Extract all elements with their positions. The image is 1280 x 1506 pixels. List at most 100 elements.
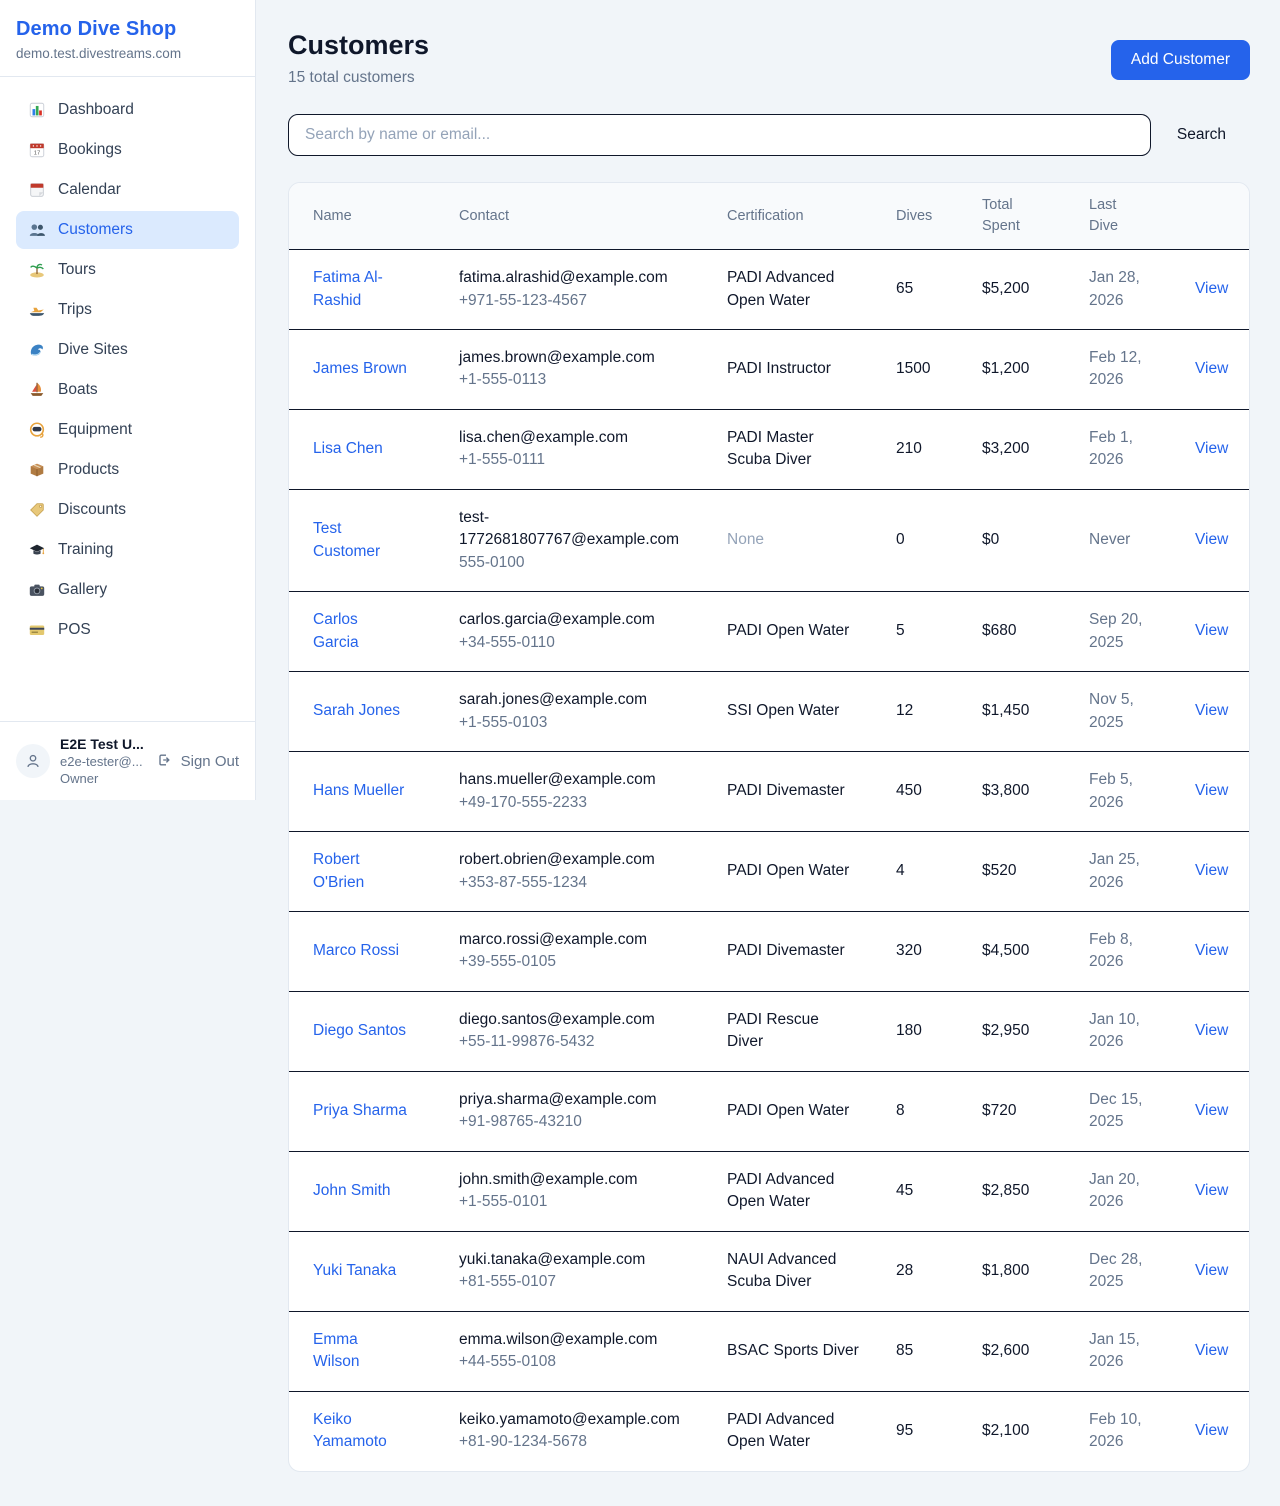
view-link[interactable]: View [1195,1422,1228,1439]
view-link[interactable]: View [1195,531,1228,548]
cell-name: Lisa Chen [289,409,459,489]
customer-total-spent: $680 [982,622,1016,639]
customer-name-link[interactable]: Priya Sharma [313,1100,407,1122]
sidebar-item-products[interactable]: Products [16,451,239,489]
cell-name: Robert O'Brien [289,832,459,912]
view-link[interactable]: View [1195,1102,1228,1119]
customer-name-link[interactable]: John Smith [313,1180,391,1202]
sidebar-item-dive-sites[interactable]: Dive Sites [16,331,239,369]
sidebar-item-bookings[interactable]: 17 Bookings [16,131,239,169]
customer-name-link[interactable]: Test Customer [313,518,407,563]
cell-name: Priya Sharma [289,1071,459,1151]
add-customer-button[interactable]: Add Customer [1111,40,1250,80]
view-link[interactable]: View [1195,1182,1228,1199]
sidebar-item-customers[interactable]: Customers [16,211,239,249]
page-header: Customers 15 total customers Add Custome… [288,30,1250,87]
customer-certification: PADI Divemaster [727,940,859,962]
cell-contact: sarah.jones@example.com +1-555-0103 [459,672,727,752]
customer-name-link[interactable]: Fatima Al-Rashid [313,267,407,312]
sidebar-item-tours[interactable]: Tours [16,251,239,289]
cell-total-spent: $4,500 [982,912,1089,992]
view-link[interactable]: View [1195,1262,1228,1279]
view-link[interactable]: View [1195,360,1228,377]
sidebar-item-gallery[interactable]: Gallery [16,571,239,609]
table-row: Sarah Jones sarah.jones@example.com +1-5… [289,672,1250,752]
view-link[interactable]: View [1195,440,1228,457]
customer-certification: PADI Open Water [727,860,859,882]
customer-name-link[interactable]: James Brown [313,358,407,380]
customer-last-dive: Jan 25, 2026 [1089,849,1153,894]
customer-name-link[interactable]: Yuki Tanaka [313,1260,396,1282]
cell-contact: james.brown@example.com +1-555-0113 [459,329,727,409]
cell-certification: None [727,489,896,591]
view-link[interactable]: View [1195,942,1228,959]
view-link[interactable]: View [1195,622,1228,639]
customer-last-dive: Sep 20, 2025 [1089,609,1153,654]
customer-last-dive: Never [1089,529,1153,551]
customer-name-link[interactable]: Keiko Yamamoto [313,1409,407,1454]
sidebar-item-trips[interactable]: Trips [16,291,239,329]
cell-total-spent: $0 [982,489,1089,591]
customer-total-spent: $3,200 [982,440,1029,457]
cell-last-dive: Nov 5, 2025 [1089,672,1195,752]
customer-name-link[interactable]: Hans Mueller [313,780,404,802]
sidebar-item-pos[interactable]: POS [16,611,239,649]
customer-last-dive: Feb 8, 2026 [1089,929,1153,974]
customer-name-link[interactable]: Diego Santos [313,1020,406,1042]
avatar [16,744,50,778]
customer-name-link[interactable]: Emma Wilson [313,1329,407,1374]
sidebar-item-boats[interactable]: Boats [16,371,239,409]
customer-email: test-1772681807767@example.com [459,507,681,552]
sidebar-item-label: Calendar [58,181,121,199]
view-link[interactable]: View [1195,280,1228,297]
view-link[interactable]: View [1195,1342,1228,1359]
cell-contact: yuki.tanaka@example.com +81-555-0107 [459,1231,727,1311]
view-link[interactable]: View [1195,1022,1228,1039]
sidebar-item-equipment[interactable]: Equipment [16,411,239,449]
customer-name-link[interactable]: Lisa Chen [313,438,383,460]
sidebar-item-label: POS [58,621,91,639]
cell-dives: 5 [896,592,982,672]
cell-dives: 450 [896,752,982,832]
cell-contact: priya.sharma@example.com +91-98765-43210 [459,1071,727,1151]
customer-name-link[interactable]: Robert O'Brien [313,849,407,894]
view-link[interactable]: View [1195,862,1228,879]
sidebar-item-dashboard[interactable]: Dashboard [16,91,239,129]
cell-last-dive: Feb 5, 2026 [1089,752,1195,832]
cell-last-dive: Jan 10, 2026 [1089,991,1195,1071]
customer-name-link[interactable]: Carlos Garcia [313,609,407,654]
customer-last-dive: Nov 5, 2025 [1089,689,1153,734]
sidebar-item-calendar[interactable]: Calendar [16,171,239,209]
search-button[interactable]: Search [1153,126,1250,144]
cell-contact: hans.mueller@example.com +49-170-555-223… [459,752,727,832]
view-link[interactable]: View [1195,782,1228,799]
customer-certification: PADI Open Water [727,1100,859,1122]
cell-view: View [1195,912,1250,992]
customer-email: fatima.alrashid@example.com [459,267,681,289]
cell-dives: 8 [896,1071,982,1151]
customer-last-dive: Dec 15, 2025 [1089,1089,1153,1134]
customer-phone: +1-555-0111 [459,449,719,471]
cell-certification: PADI Open Water [727,592,896,672]
cell-total-spent: $2,850 [982,1151,1089,1231]
sign-out-button[interactable]: Sign Out [156,752,239,770]
customer-name-link[interactable]: Sarah Jones [313,700,400,722]
customer-email: keiko.yamamoto@example.com [459,1409,681,1431]
customer-total-spent: $2,850 [982,1182,1029,1199]
search-input[interactable] [288,114,1151,156]
sidebar-item-discounts[interactable]: Discounts [16,491,239,529]
cell-dives: 320 [896,912,982,992]
sidebar-item-training[interactable]: Training [16,531,239,569]
cell-name: Carlos Garcia [289,592,459,672]
column-header-total-spent: Total Spent [982,183,1089,250]
customer-email: sarah.jones@example.com [459,689,681,711]
customer-phone: +34-555-0110 [459,632,719,654]
cell-total-spent: $3,200 [982,409,1089,489]
column-header-last-dive: Last Dive [1089,183,1195,250]
cell-dives: 210 [896,409,982,489]
page-header-text: Customers 15 total customers [288,30,429,87]
cell-last-dive: Never [1089,489,1195,591]
view-link[interactable]: View [1195,702,1228,719]
customer-name-link[interactable]: Marco Rossi [313,940,399,962]
cell-contact: test-1772681807767@example.com 555-0100 [459,489,727,591]
